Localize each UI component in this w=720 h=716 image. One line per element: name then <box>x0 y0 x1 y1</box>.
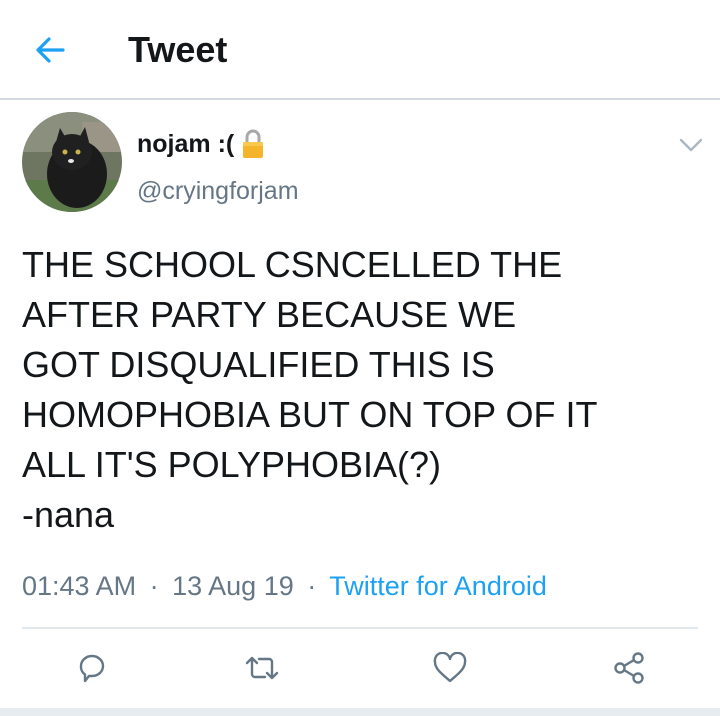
tweet-time: 01:43 AM <box>22 571 137 601</box>
share-button[interactable] <box>610 648 650 688</box>
tweet-text: THE SCHOOL CSNCELLED THE AFTER PARTY BEC… <box>22 240 702 540</box>
tweet-text-line: -nana <box>22 494 115 535</box>
lock-icon <box>242 129 264 159</box>
heart-icon <box>433 652 467 683</box>
author-handle[interactable]: @cryingforjam <box>137 175 299 207</box>
tweet-text-line: HOMOPHOBIA BUT ON TOP OF IT <box>22 394 598 435</box>
tweet-source-link[interactable]: Twitter for Android <box>329 571 547 601</box>
tweet-text-line: GOT DISQUALIFIED THIS IS <box>22 344 495 385</box>
more-options-button[interactable] <box>675 130 707 160</box>
retweet-button[interactable] <box>242 648 282 688</box>
tweet-text-line: ALL IT'S POLYPHOBIA(?) <box>22 444 442 485</box>
back-button[interactable] <box>30 30 70 70</box>
arrow-left-icon <box>36 37 65 63</box>
share-icon <box>614 652 644 684</box>
app-header: Tweet <box>0 0 720 100</box>
bottom-edge <box>0 708 720 716</box>
like-button[interactable] <box>430 648 470 688</box>
meta-separator: · <box>149 571 159 601</box>
author-name-text: nojam :( <box>137 130 235 158</box>
author-display-name[interactable]: nojam :( <box>137 129 264 159</box>
tweet-text-line: THE SCHOOL CSNCELLED THE <box>22 244 563 285</box>
tweet-text-line: AFTER PARTY BECAUSE WE <box>22 294 517 335</box>
tweet-meta: 01:43 AM · 13 Aug 19 · Twitter for Andro… <box>22 568 547 604</box>
chevron-down-icon <box>679 138 703 152</box>
page-title: Tweet <box>128 29 228 70</box>
meta-separator: · <box>307 571 317 601</box>
divider <box>22 627 698 629</box>
reply-button[interactable] <box>72 648 112 688</box>
retweet-icon <box>245 656 279 680</box>
tweet-date: 13 Aug 19 <box>172 571 294 601</box>
avatar[interactable] <box>22 112 122 212</box>
reply-icon <box>79 654 105 683</box>
